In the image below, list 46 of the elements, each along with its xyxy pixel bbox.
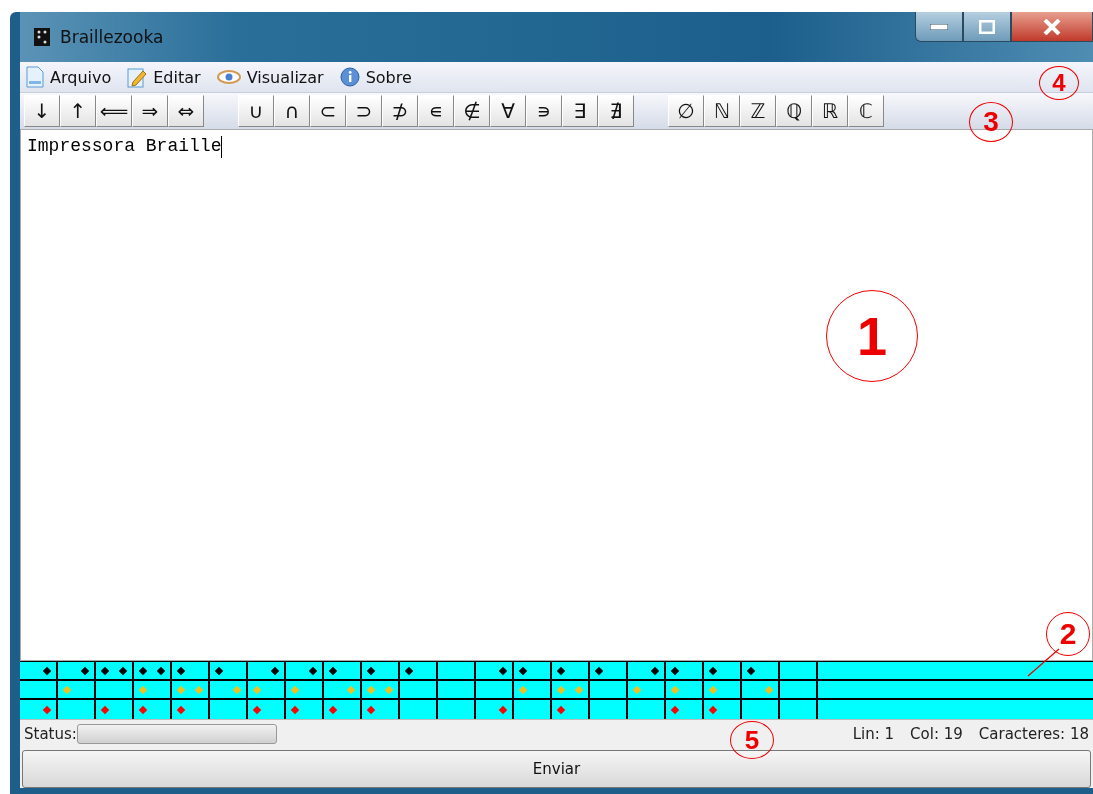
symbol-button[interactable]: ∀ — [490, 95, 526, 127]
app-icon — [34, 28, 50, 46]
minimize-icon — [930, 23, 948, 30]
symbol-button[interactable]: ∩ — [274, 95, 310, 127]
symbol-button[interactable]: ↓ — [24, 95, 60, 127]
symbol-button[interactable]: ↑ — [60, 95, 96, 127]
column-number: Col: 19 — [910, 725, 963, 743]
symbol-button[interactable]: ⊂ — [310, 95, 346, 127]
symbol-button[interactable]: ⇔ — [168, 95, 204, 127]
info-icon — [339, 67, 360, 87]
minimize-button[interactable] — [915, 12, 963, 42]
symbol-button[interactable]: ⟸ — [96, 95, 132, 127]
symbol-button[interactable]: ∉ — [454, 95, 490, 127]
menu-item[interactable]: Editar — [125, 66, 203, 88]
editor-text: Impressora Braille — [27, 136, 222, 156]
symbol-button[interactable]: ∅ — [668, 95, 704, 127]
text-caret — [221, 136, 223, 158]
symbol-button[interactable]: ℕ — [704, 95, 740, 127]
symbol-button[interactable]: ∄ — [598, 95, 634, 127]
maximize-icon — [979, 19, 995, 34]
character-count: Caracteres: 18 — [978, 725, 1089, 743]
symbol-button[interactable]: ℚ — [776, 95, 812, 127]
symbol-button[interactable]: ℝ — [812, 95, 848, 127]
symbol-button[interactable]: ℂ — [848, 95, 884, 127]
status-label: Status: — [24, 725, 77, 743]
symbol-button[interactable]: ∃ — [562, 95, 598, 127]
symbol-button[interactable]: ⇒ — [132, 95, 168, 127]
window-title: Braillezooka — [60, 27, 164, 47]
maximize-button[interactable] — [963, 12, 1011, 42]
symbol-button[interactable]: ∍ — [526, 95, 562, 127]
leader-line — [1026, 648, 1060, 678]
menu-item[interactable]: Sobre — [337, 67, 414, 87]
eye-icon — [216, 70, 241, 84]
symbol-button[interactable]: ∪ — [238, 95, 274, 127]
symbol-button[interactable]: ⊅ — [382, 95, 418, 127]
pencil-icon — [127, 66, 148, 88]
line-number: Lin: 1 — [852, 725, 895, 743]
symbol-button[interactable]: ⊃ — [346, 95, 382, 127]
symbol-button[interactable]: ∊ — [418, 95, 454, 127]
symbol-button[interactable]: ℤ — [740, 95, 776, 127]
menu-item[interactable]: Visualizar — [214, 67, 326, 87]
close-icon — [1043, 18, 1061, 35]
document-icon — [26, 66, 44, 88]
send-button[interactable]: Enviar — [22, 750, 1091, 788]
menu-item[interactable]: Arquivo — [24, 66, 114, 88]
close-button[interactable] — [1011, 12, 1093, 42]
